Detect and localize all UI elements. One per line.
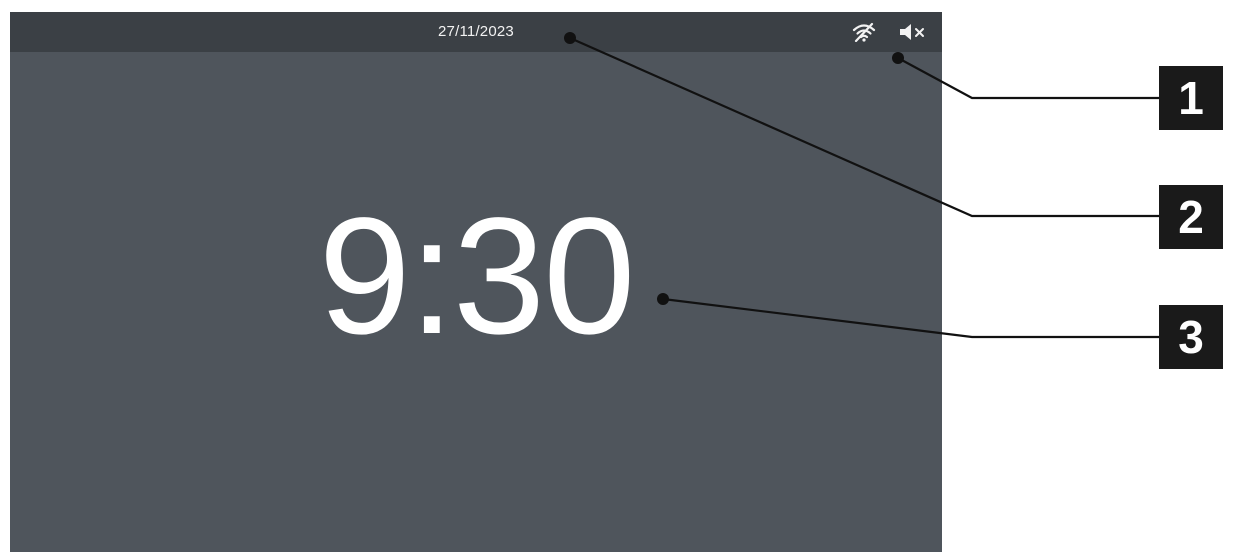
volume-muted-icon <box>900 24 924 40</box>
callout-label-3: 3 <box>1159 305 1223 369</box>
device-screen: 27/11/2023 9:30 <box>10 12 942 552</box>
callout-label-1: 1 <box>1159 66 1223 130</box>
status-bar: 27/11/2023 <box>10 12 942 52</box>
callout-label-2: 2 <box>1159 185 1223 249</box>
manual-illustration: 27/11/2023 9:30 1 2 3 <box>0 0 1244 552</box>
wifi-off-icon <box>852 22 876 42</box>
clock-time: 9:30 <box>318 184 635 369</box>
status-date: 27/11/2023 <box>438 23 514 40</box>
